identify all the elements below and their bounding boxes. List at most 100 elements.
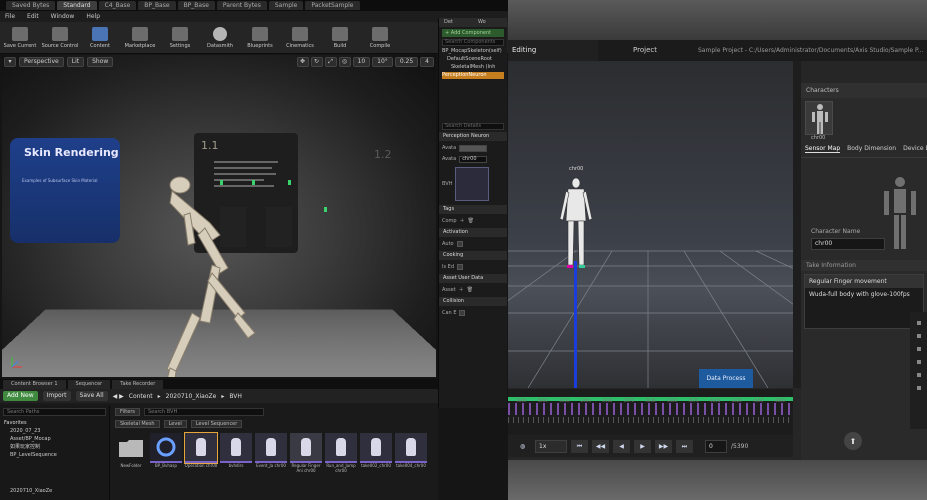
upload-icon[interactable]: ⬆ xyxy=(844,432,862,450)
avatar-dropdown[interactable] xyxy=(459,144,488,152)
device-tab[interactable]: Device D xyxy=(903,145,927,153)
add-component-button[interactable]: + Add Component xyxy=(442,29,504,37)
content-button[interactable]: Content xyxy=(80,22,120,54)
back-arrow-icon[interactable]: ◀ ▶ xyxy=(113,393,124,400)
favorite-folder[interactable]: Asset/BP_Mocap xyxy=(0,435,109,443)
editor-tab[interactable]: BP_Base xyxy=(177,1,215,10)
editor-tab[interactable]: Saved Bytes xyxy=(6,1,56,10)
tags-section[interactable]: Tags xyxy=(439,205,507,214)
3d-scene-view[interactable] xyxy=(508,61,793,388)
speed-select[interactable]: 1x xyxy=(535,439,567,453)
step-back-icon[interactable]: ◀ xyxy=(613,439,630,453)
rotation-snap-value[interactable]: 10° xyxy=(372,57,393,67)
perception-neuron-section[interactable]: Perception Neuron xyxy=(439,132,507,141)
step-forward-icon[interactable]: ▶▶ xyxy=(655,439,672,453)
datasmith-button[interactable]: Datasmith xyxy=(200,22,240,54)
component-tree-item-selected[interactable]: PerceptionNeuron xyxy=(442,72,504,79)
activation-section[interactable]: Activation xyxy=(439,228,507,237)
component-search-input[interactable]: Search Components xyxy=(442,39,504,46)
import-button[interactable]: Import xyxy=(42,391,71,401)
take-item[interactable]: Regular Finger movement xyxy=(805,275,923,288)
panel-splitter[interactable] xyxy=(793,61,801,388)
current-frame-input[interactable]: 0 xyxy=(705,439,727,453)
asset-tile-selected[interactable]: Operation chr00 xyxy=(184,432,218,477)
skip-start-icon[interactable]: ⏮ xyxy=(571,439,588,453)
world-icon[interactable]: ◎ xyxy=(338,57,351,67)
collision-section[interactable]: Collision xyxy=(439,297,507,306)
skip-end-icon[interactable]: ⏭ xyxy=(676,439,693,453)
asset-tile[interactable]: Run_and_Jump chr00 xyxy=(325,433,357,477)
bvh-asset-thumbnail[interactable] xyxy=(455,167,490,201)
favorite-folder[interactable]: 2020_07_23 xyxy=(0,427,109,435)
take-item[interactable]: Wuda-full body with glove-100fps xyxy=(805,288,923,301)
asset-tile[interactable]: BP_Bvhasp xyxy=(150,433,182,477)
marketplace-button[interactable]: Marketplace xyxy=(120,22,160,54)
sequencer-tab[interactable]: Sequencer xyxy=(67,380,111,389)
add-icon[interactable]: ＋ xyxy=(459,286,464,294)
filters-button[interactable]: Filters xyxy=(115,408,140,416)
details-search-input[interactable]: Search Details xyxy=(442,123,504,130)
world-outliner-tab[interactable]: Wo xyxy=(473,18,507,27)
auto-activate-checkbox[interactable] xyxy=(456,241,463,247)
breadcrumb-folder[interactable]: 2020710_XiaoZe xyxy=(166,393,217,400)
content-browser-tab[interactable]: Content Browser 1 xyxy=(3,380,66,389)
favorites-header[interactable]: Favorites xyxy=(0,419,109,427)
prev-frame-icon[interactable]: ◀◀ xyxy=(592,439,609,453)
filter-chip[interactable]: Level xyxy=(163,420,187,428)
trash-icon[interactable]: 🗑 xyxy=(468,217,474,225)
sensor-map-tab[interactable]: Sensor Map xyxy=(805,145,841,153)
editor-tab[interactable]: BP_Base xyxy=(138,1,176,10)
menu-file[interactable]: File xyxy=(5,13,15,20)
scale-snap-value[interactable]: 0.25 xyxy=(394,57,419,67)
component-tree-item[interactable]: DefaultSceneRoot xyxy=(442,56,504,63)
settings-button[interactable]: Settings xyxy=(160,22,200,54)
filter-chip[interactable]: Level Sequencer xyxy=(190,420,243,428)
details-tab[interactable]: Det xyxy=(439,18,473,27)
asset-tile[interactable]: Regular Finger Ani chr00 xyxy=(290,433,322,477)
editing-tab[interactable]: Editing xyxy=(508,40,598,61)
compile-button[interactable]: Compile xyxy=(360,22,400,54)
folder-item[interactable]: 2020710_XiaoZe xyxy=(0,487,109,495)
show-button[interactable]: Show xyxy=(87,57,114,67)
asset-tile[interactable]: NewFolder xyxy=(115,433,147,477)
viewport-options-button[interactable]: ▾ xyxy=(4,57,16,67)
take-recorder-tab[interactable]: Take Recorder xyxy=(112,380,164,389)
asset-tile[interactable]: take002_chr00 xyxy=(360,433,392,477)
cooking-section[interactable]: Cooking xyxy=(439,251,507,260)
asset-user-data-section[interactable]: Asset User Data xyxy=(439,274,507,283)
grid-snap-value[interactable]: 10 xyxy=(352,57,371,67)
editor-tab[interactable]: Parent Bytes xyxy=(216,1,267,10)
favorite-folder[interactable]: BP_LevelSequence xyxy=(0,451,109,459)
trash-icon[interactable]: 🗑 xyxy=(467,286,473,294)
mannequin-figure[interactable] xyxy=(150,173,260,377)
character-name-input[interactable]: chr00 xyxy=(811,238,885,250)
is-editor-only-checkbox[interactable] xyxy=(457,264,464,270)
level-viewport[interactable]: ▾ Perspective Lit Show ✥ ↻ ⤢ ◎ 10 10° 0.… xyxy=(2,55,436,377)
perspective-button[interactable]: Perspective xyxy=(19,57,64,67)
play-icon[interactable]: ▶ xyxy=(634,439,651,453)
character-thumbnail[interactable] xyxy=(805,101,833,135)
camera-speed-value[interactable]: 4 xyxy=(420,57,434,67)
breadcrumb-bvh[interactable]: BVH xyxy=(229,393,242,400)
menu-edit[interactable]: Edit xyxy=(27,13,39,20)
search-bvh-input[interactable]: Search BVH xyxy=(144,408,264,416)
save-current-button[interactable]: Save Current xyxy=(0,22,40,54)
component-tree-item[interactable]: SkeletalMesh (Inh xyxy=(442,64,504,71)
editor-tab[interactable]: Standard xyxy=(57,1,97,10)
data-process-button[interactable]: Data Process xyxy=(699,369,753,388)
body-dimension-tab[interactable]: Body Dimension xyxy=(847,145,896,153)
asset-tile[interactable]: take004_chr00 xyxy=(395,433,427,477)
menu-help[interactable]: Help xyxy=(86,13,100,20)
move-icon[interactable]: ✥ xyxy=(296,57,309,67)
editor-tab[interactable]: Sample xyxy=(268,1,304,10)
menu-window[interactable]: Window xyxy=(51,13,75,20)
search-paths-input[interactable]: Search Paths xyxy=(3,408,106,416)
source-control-button[interactable]: Source Control xyxy=(40,22,80,54)
filter-chip[interactable]: Skeletal Mesh xyxy=(115,420,160,428)
asset-tile[interactable]: Event_Ja chr00 xyxy=(255,433,287,477)
globe-icon[interactable]: ◍ xyxy=(514,440,531,453)
add-new-button[interactable]: Add New xyxy=(3,391,38,401)
cinematics-button[interactable]: Cinematics xyxy=(280,22,320,54)
asset-tile[interactable]: bvhdirs xyxy=(220,433,252,477)
build-button[interactable]: Build xyxy=(320,22,360,54)
